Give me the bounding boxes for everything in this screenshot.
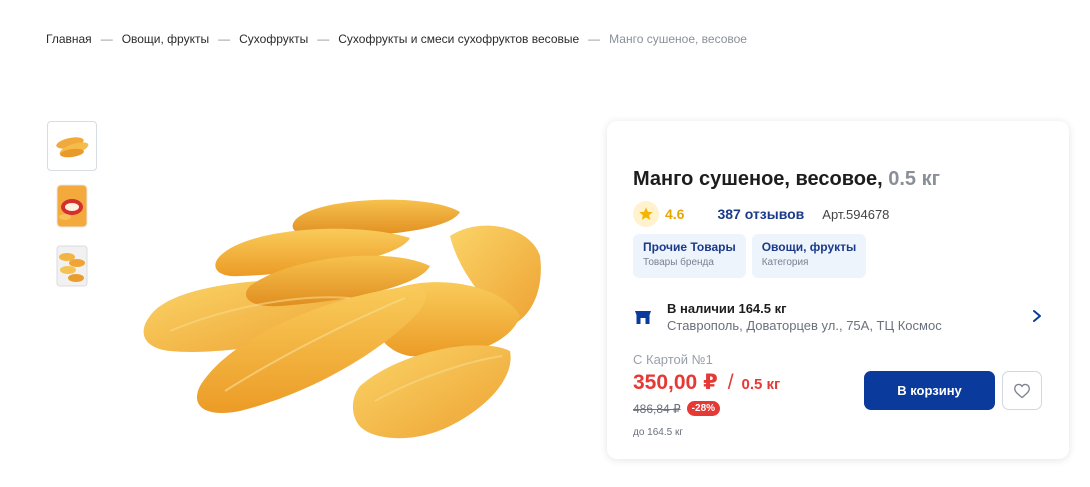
breadcrumb-current: Манго сушеное, весовое bbox=[609, 32, 747, 46]
thumbnail-2[interactable] bbox=[47, 181, 97, 231]
thumbnail-3[interactable] bbox=[47, 241, 97, 291]
tag-category[interactable]: Овощи, фрукты Категория bbox=[751, 234, 867, 278]
breadcrumb-separator: — bbox=[100, 32, 113, 46]
favorite-button[interactable] bbox=[1002, 371, 1042, 410]
price-row: 350,00 ₽ / 0.5 кг bbox=[633, 370, 780, 395]
reviews-link[interactable]: 387 отзывов bbox=[717, 206, 804, 222]
product-main-image bbox=[130, 186, 550, 456]
breadcrumb: Главная — Овощи, фрукты — Сухофрукты — С… bbox=[46, 32, 747, 46]
mango-pieces-image bbox=[56, 137, 89, 158]
product-title-text: Манго сушеное, весовое, bbox=[633, 168, 883, 190]
old-price: 486,84 ₽ bbox=[633, 401, 681, 416]
star-icon bbox=[633, 201, 659, 227]
heart-icon bbox=[1014, 383, 1030, 398]
chevron-right-icon[interactable] bbox=[1031, 309, 1043, 323]
tag-title: Овощи, фрукты bbox=[761, 240, 857, 254]
dried-mango-image bbox=[143, 199, 541, 439]
product-title: Манго сушеное, весовое, 0.5 кг bbox=[633, 168, 940, 191]
breadcrumb-separator: — bbox=[317, 32, 330, 46]
breadcrumb-item-vegetables-fruits[interactable]: Овощи, фрукты bbox=[122, 32, 209, 46]
thumbnail-list bbox=[47, 121, 97, 291]
breadcrumb-item-dried-fruits[interactable]: Сухофрукты bbox=[239, 32, 308, 46]
tag-brand[interactable]: Прочие Товары Товары бренда bbox=[633, 234, 746, 278]
old-price-row: 486,84 ₽ -28% bbox=[633, 401, 721, 416]
discount-badge: -28% bbox=[686, 401, 721, 416]
breadcrumb-item-home[interactable]: Главная bbox=[46, 32, 92, 46]
breadcrumb-separator: — bbox=[218, 32, 231, 46]
loyalty-card-label: С Картой №1 bbox=[633, 352, 713, 367]
stock-limit: до 164.5 кг bbox=[633, 427, 683, 438]
rating-row: 4.6 387 отзывов Арт.594678 bbox=[633, 201, 889, 227]
add-to-cart-button[interactable]: В корзину bbox=[864, 371, 995, 410]
mango-tray-image bbox=[56, 245, 88, 287]
price: 350,00 ₽ bbox=[633, 371, 718, 394]
availability-row[interactable]: В наличии 164.5 кг Ставрополь, Доваторце… bbox=[633, 299, 1045, 335]
breadcrumb-separator: — bbox=[588, 32, 601, 46]
price-separator: / bbox=[727, 371, 734, 394]
thumbnail-1[interactable] bbox=[47, 121, 97, 171]
tag-subtitle: Категория bbox=[761, 257, 809, 268]
availability-address: Ставрополь, Доваторцев ул., 75А, ТЦ Косм… bbox=[667, 318, 942, 333]
store-icon bbox=[633, 307, 653, 327]
tag-subtitle: Товары бренда bbox=[643, 257, 714, 268]
product-weight: 0.5 кг bbox=[888, 168, 940, 190]
product-card: Манго сушеное, весовое, 0.5 кг 4.6 387 о… bbox=[607, 121, 1069, 459]
article-number: Арт.594678 bbox=[822, 206, 890, 222]
tag-list: Прочие Товары Товары бренда Овощи, фрукт… bbox=[633, 234, 867, 278]
mango-package-image bbox=[56, 184, 88, 228]
rating-value: 4.6 bbox=[665, 206, 685, 222]
availability-title: В наличии 164.5 кг bbox=[667, 301, 787, 316]
breadcrumb-item-dried-fruits-bulk[interactable]: Сухофрукты и смеси сухофруктов весовые bbox=[338, 32, 579, 46]
price-unit: 0.5 кг bbox=[741, 376, 781, 393]
tag-title: Прочие Товары bbox=[643, 240, 736, 254]
